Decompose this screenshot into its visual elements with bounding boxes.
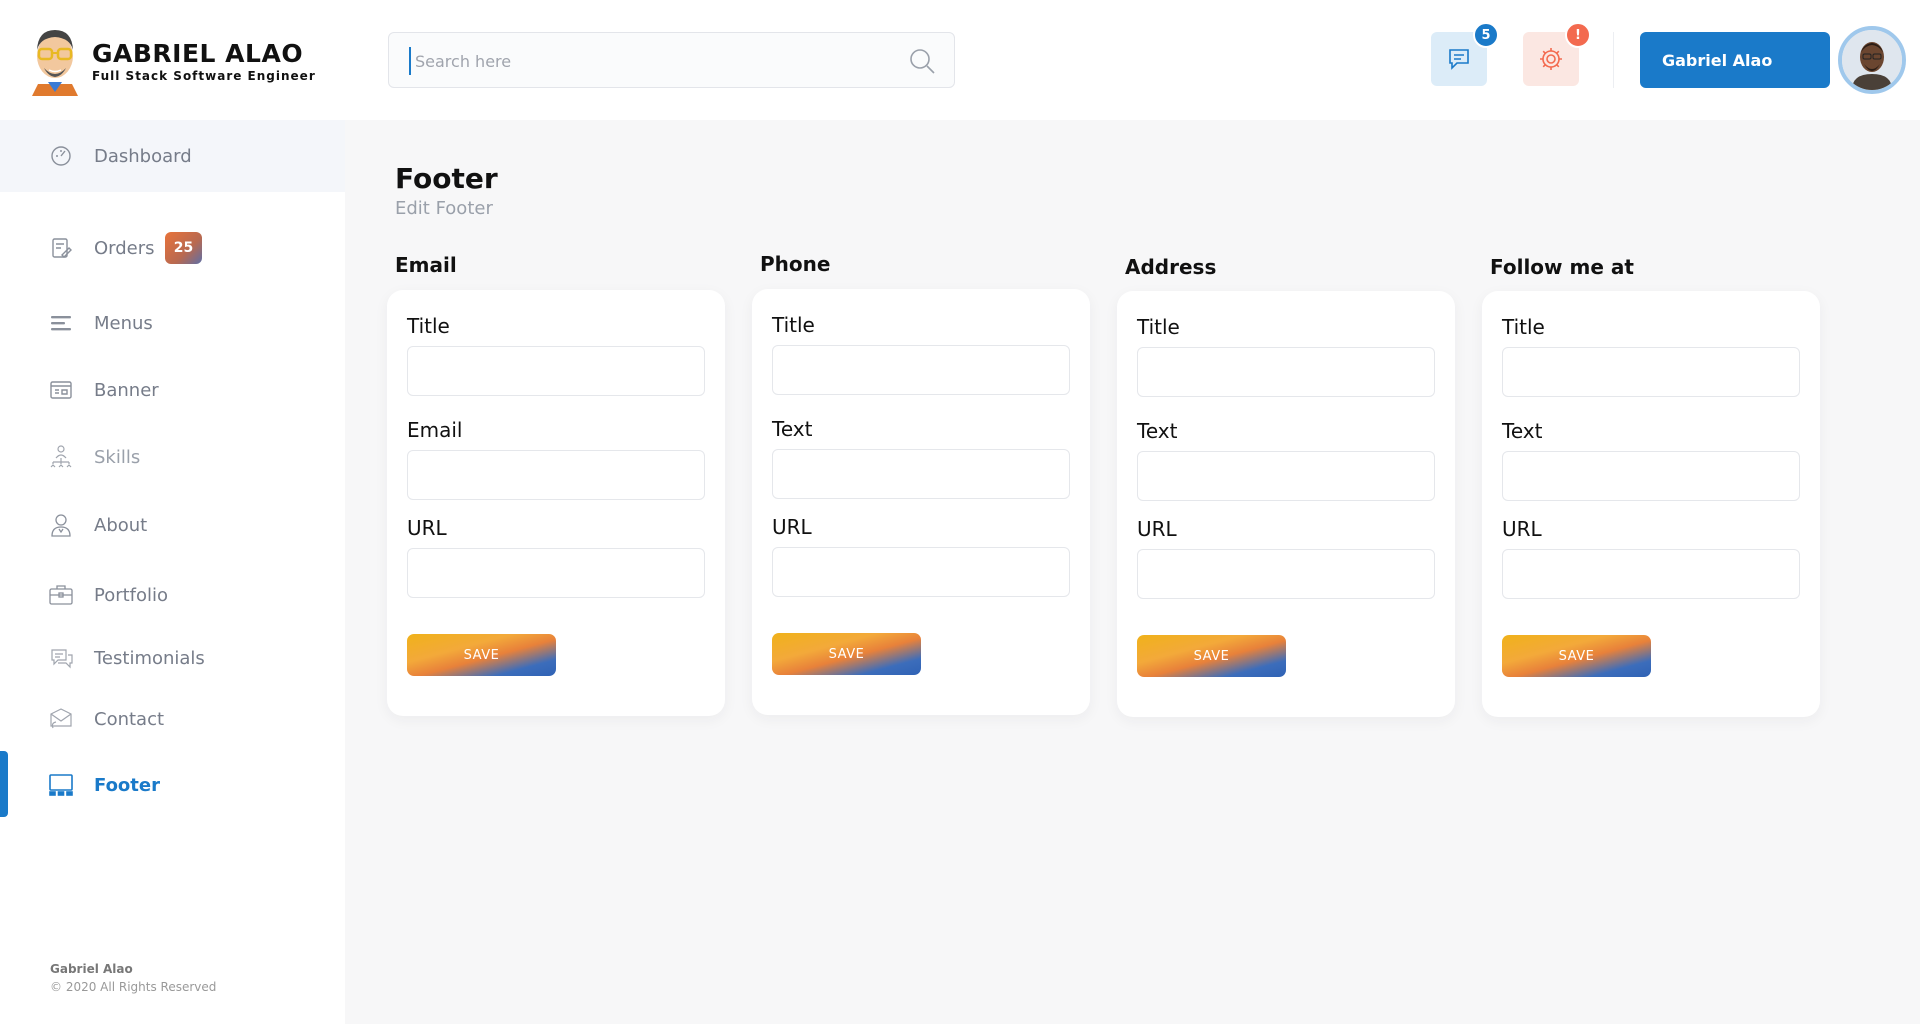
- email-title-input[interactable]: [407, 346, 705, 396]
- messages-count-badge: 5: [1473, 22, 1499, 48]
- page-title: Footer: [395, 162, 498, 195]
- section-title-address: Address: [1125, 255, 1217, 279]
- sidebar-item-about[interactable]: About: [0, 505, 345, 545]
- brand[interactable]: GABRIEL ALAO Full Stack Software Enginee…: [26, 22, 316, 96]
- contact-icon: [48, 706, 74, 732]
- divider: [1613, 32, 1614, 88]
- about-icon: [48, 512, 74, 538]
- settings-button[interactable]: !: [1523, 22, 1591, 86]
- avatar[interactable]: [1838, 26, 1906, 94]
- orders-icon: [48, 235, 74, 261]
- email-card: Title Email URL SAVE: [387, 290, 725, 716]
- sidebar-item-label: Skills: [94, 446, 141, 468]
- sidebar-item-label: Dashboard: [94, 145, 192, 167]
- phone-card: Title Text URL SAVE: [752, 289, 1090, 715]
- sidebar-item-label: Contact: [94, 708, 165, 730]
- phone-text-input[interactable]: [772, 449, 1070, 499]
- field-label-text: Text: [772, 417, 813, 441]
- portfolio-icon: [48, 582, 74, 608]
- brand-subtitle: Full Stack Software Engineer: [92, 69, 316, 83]
- footer-icon: [48, 772, 74, 798]
- sidebar-item-label: Footer: [94, 774, 160, 796]
- messages-button[interactable]: 5: [1431, 22, 1499, 86]
- user-menu-button[interactable]: Gabriel Alao: [1640, 32, 1830, 88]
- follow-save-button[interactable]: SAVE: [1502, 635, 1651, 677]
- address-save-button[interactable]: SAVE: [1137, 635, 1286, 677]
- sidebar-item-portfolio[interactable]: Portfolio: [0, 575, 345, 615]
- field-label-email: Email: [407, 418, 463, 442]
- sidebar-item-label: Portfolio: [94, 584, 169, 606]
- search-icon[interactable]: [908, 47, 936, 75]
- search-box[interactable]: [388, 32, 955, 88]
- sidebar-item-testimonials[interactable]: Testimonials: [0, 638, 345, 678]
- field-label-title: Title: [1137, 315, 1180, 339]
- address-url-input[interactable]: [1137, 549, 1435, 599]
- section-title-follow: Follow me at: [1490, 255, 1634, 279]
- menu-icon: [48, 310, 74, 336]
- field-label-title: Title: [407, 314, 450, 338]
- email-value-input[interactable]: [407, 450, 705, 500]
- phone-title-input[interactable]: [772, 345, 1070, 395]
- field-label-url: URL: [407, 516, 447, 540]
- phone-save-button[interactable]: SAVE: [772, 633, 921, 675]
- field-label-title: Title: [1502, 315, 1545, 339]
- sidebar-item-label: Banner: [94, 379, 159, 401]
- page-subtitle: Edit Footer: [395, 198, 493, 219]
- address-card: Title Text URL SAVE: [1117, 291, 1455, 717]
- phone-url-input[interactable]: [772, 547, 1070, 597]
- field-label-url: URL: [772, 515, 812, 539]
- sidebar-footer: Gabriel Alao © 2020 All Rights Reserved: [50, 962, 216, 994]
- footer-copyright: © 2020 All Rights Reserved: [50, 980, 217, 994]
- sidebar-item-footer[interactable]: Footer: [0, 765, 345, 805]
- follow-card: Title Text URL SAVE: [1482, 291, 1820, 717]
- banner-icon: [48, 377, 74, 403]
- sidebar-item-label: About: [94, 514, 148, 536]
- email-url-input[interactable]: [407, 548, 705, 598]
- dashboard-icon: [48, 143, 74, 169]
- address-title-input[interactable]: [1137, 347, 1435, 397]
- section-title-phone: Phone: [760, 252, 831, 276]
- field-label-url: URL: [1137, 517, 1177, 541]
- sidebar-item-banner[interactable]: Banner: [0, 370, 345, 410]
- follow-url-input[interactable]: [1502, 549, 1800, 599]
- testimonials-icon: [48, 645, 74, 671]
- topbar: 5 ! Gabriel Alao: [345, 0, 1920, 120]
- field-label-text: Text: [1137, 419, 1178, 443]
- sidebar-item-label: Orders: [94, 237, 155, 259]
- gear-icon: [1540, 48, 1562, 70]
- follow-title-input[interactable]: [1502, 347, 1800, 397]
- sidebar-item-orders[interactable]: Orders 25: [0, 228, 345, 268]
- brand-name: GABRIEL ALAO: [92, 39, 304, 68]
- logo-avatar-icon: [32, 30, 78, 96]
- sidebar-item-skills[interactable]: Skills: [0, 437, 345, 477]
- sidebar-item-label: Menus: [94, 312, 153, 334]
- section-title-email: Email: [395, 253, 457, 277]
- sidebar-item-dashboard[interactable]: Dashboard: [0, 120, 345, 192]
- email-save-button[interactable]: SAVE: [407, 634, 556, 676]
- field-label-title: Title: [772, 313, 815, 337]
- footer-owner-name: Gabriel Alao: [50, 962, 133, 976]
- field-label-text: Text: [1502, 419, 1543, 443]
- orders-count-badge: 25: [165, 232, 202, 264]
- sidebar-item-label: Testimonials: [94, 647, 205, 669]
- field-label-url: URL: [1502, 517, 1542, 541]
- chat-icon: [1449, 49, 1469, 70]
- alerts-badge: !: [1565, 22, 1591, 48]
- follow-text-input[interactable]: [1502, 451, 1800, 501]
- sidebar-item-menus[interactable]: Menus: [0, 303, 345, 343]
- address-text-input[interactable]: [1137, 451, 1435, 501]
- sidebar-item-contact[interactable]: Contact: [0, 699, 345, 739]
- search-input[interactable]: [409, 47, 889, 75]
- skills-icon: [48, 444, 74, 470]
- user-avatar-icon: [1842, 30, 1902, 90]
- sidebar: GABRIEL ALAO Full Stack Software Enginee…: [0, 0, 345, 1024]
- user-name: Gabriel Alao: [1662, 50, 1773, 70]
